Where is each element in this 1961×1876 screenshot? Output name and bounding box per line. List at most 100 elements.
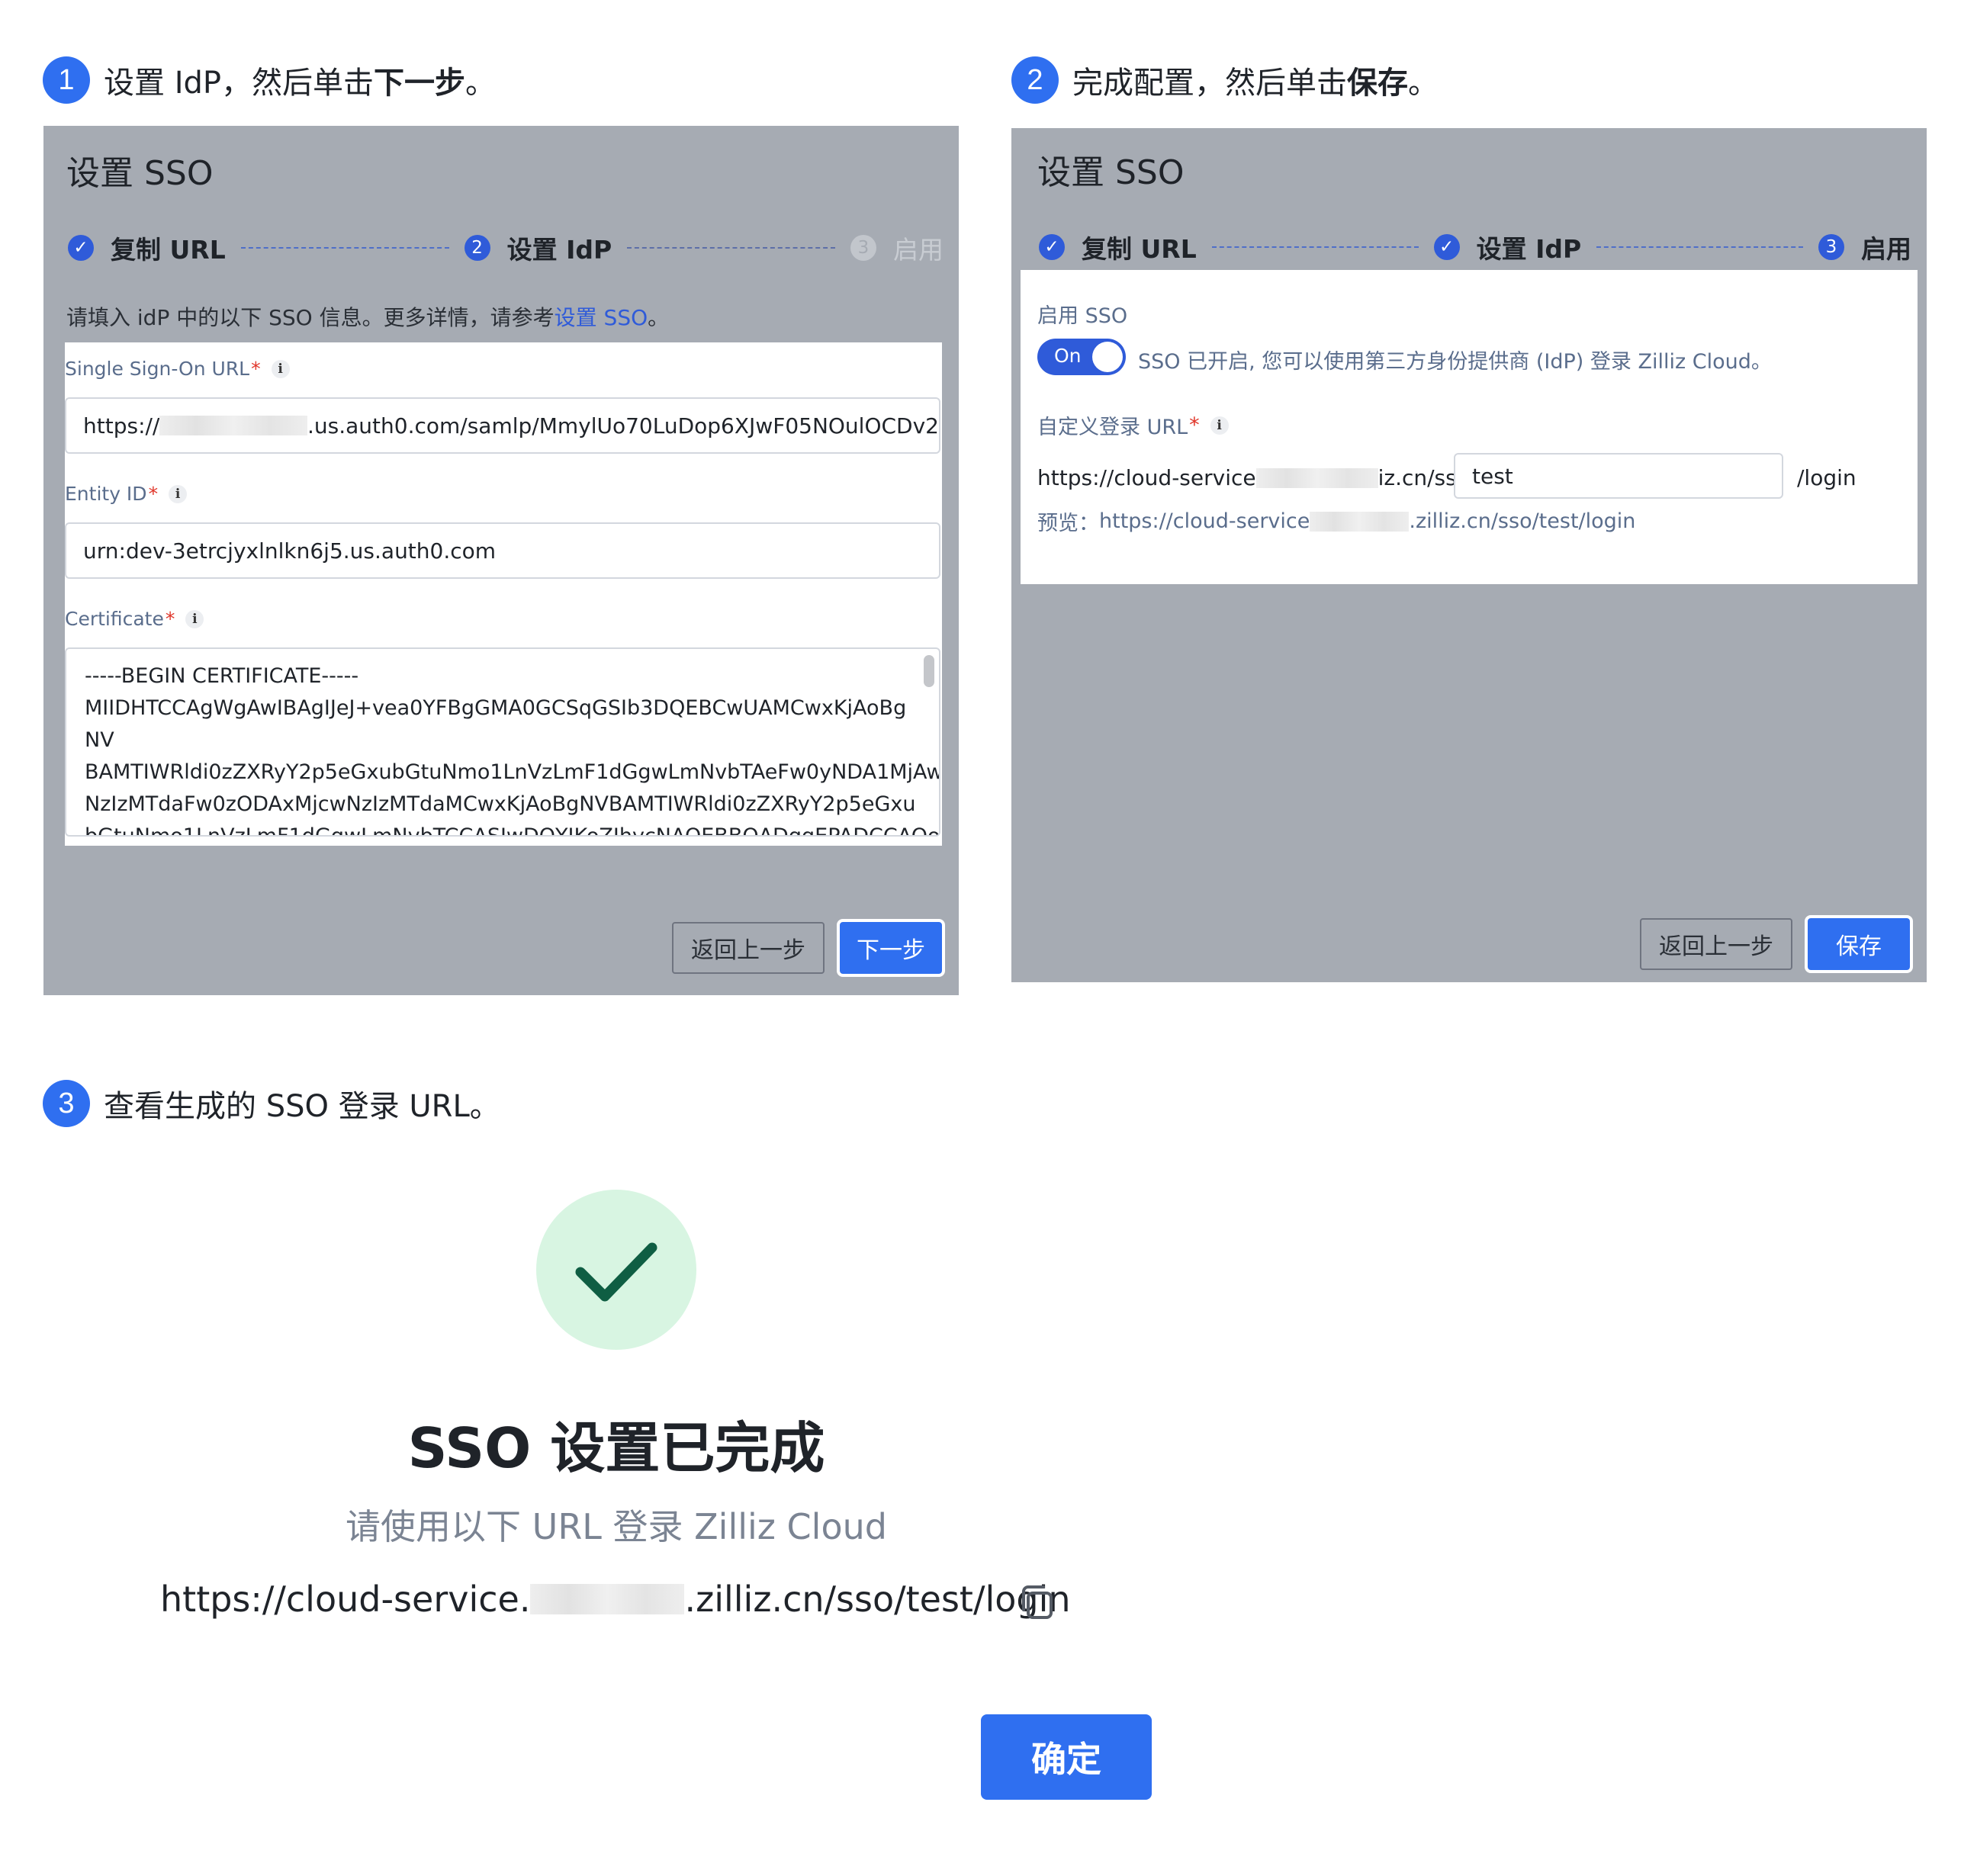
setup-sso-dialog-step-idp: 设置 SSO ✓ 复制 URL 2 设置 IdP 3 启用 请填入 idP 中的… [43, 126, 959, 995]
step-text: 设置 IdP，然后单击 [104, 66, 375, 101]
required-mark: * [251, 358, 261, 380]
setup-sso-link[interactable]: 设置 SSO [555, 305, 648, 330]
step-text-bold: 保存 [1347, 66, 1408, 101]
login-url-suffix: .zilliz.cn/sso/test/login [684, 1579, 1071, 1620]
intro-text-body: 请填入 idP 中的以下 SSO 信息。更多详情，请参考 [66, 305, 555, 330]
idp-form-card: Single Sign-On URL * i https://.us.auth0.c… [65, 342, 942, 846]
step-number-badge: 1 [43, 56, 90, 104]
dialog-title: 设置 SSO [1037, 153, 1185, 192]
entity-id-input[interactable]: urn:dev-3etrcjyxlnlkn6j5.us.auth0.com [65, 522, 940, 579]
next-button[interactable]: 下一步 [837, 919, 945, 977]
sso-url-label: Single Sign-On URL * i [65, 358, 290, 380]
back-button[interactable]: 返回上一步 [672, 922, 825, 974]
info-icon[interactable]: i [169, 484, 188, 503]
dialog-title: 设置 SSO [66, 154, 214, 193]
stepper-number-2: 2 [464, 235, 490, 261]
check-circle-icon: ✓ [1039, 234, 1065, 260]
preview-label: 预览： [1037, 512, 1099, 535]
sso-url-input[interactable]: https:// .us.auth0.com/samlp/MmylUo70LuDo… [65, 397, 940, 454]
stepper-connector [627, 247, 835, 249]
info-icon[interactable]: i [271, 359, 290, 378]
toggle-description: SSO 已开启, 您可以使用第三方身份提供商 (IdP) 登录 Zilliz C… [1138, 350, 1772, 374]
step-1-heading: 1 设置 IdP，然后单击 下一步。 [43, 56, 496, 104]
enable-sso-card: 启用 SSO On SSO 已开启, 您可以使用第三方身份提供商 (IdP) 登… [1021, 270, 1918, 584]
info-icon[interactable]: i [1210, 416, 1229, 435]
required-mark: * [165, 608, 175, 630]
check-circle-icon: ✓ [68, 235, 94, 261]
certificate-line: MIIDHTCCAgWgAwIBAgIJeJ+vea0YFBgGMA0GCSqG… [85, 696, 907, 720]
certificate-line: BAMTIWRldi0zZXRyY2p5eGxubGtuNmo1LnVzLmF1… [85, 760, 940, 784]
step-number-badge: 3 [43, 1080, 90, 1127]
redacted-blur [1310, 511, 1410, 532]
checkmark-icon [575, 1242, 657, 1302]
entity-id-value: urn:dev-3etrcjyxlnlkn6j5.us.auth0.com [83, 538, 497, 564]
url-prefix: https://cloud-service [1037, 465, 1256, 490]
sso-toggle[interactable]: On [1037, 339, 1126, 375]
step-3-heading: 3 查看生成的 SSO 登录 URL。 [43, 1080, 500, 1127]
stepper-label-setup-idp: 设置 IdP [1476, 234, 1582, 264]
preview-prefix: https://cloud-service [1099, 509, 1310, 533]
back-button[interactable]: 返回上一步 [1640, 918, 1792, 970]
certificate-textarea[interactable]: -----BEGIN CERTIFICATE----- MIIDHTCCAgWg… [65, 647, 940, 837]
redacted-blur [1255, 467, 1378, 488]
info-icon[interactable]: i [185, 609, 204, 628]
sso-url-label-text: Single Sign-On URL [65, 358, 250, 380]
certificate-label-text: Certificate [65, 608, 164, 630]
preview-row: 预览： https://cloud-service .zilliz.cn/sso/t… [1037, 506, 1635, 536]
stepper-label-setup-idp: 设置 IdP [506, 235, 612, 265]
confirm-button[interactable]: 确定 [981, 1714, 1152, 1800]
textarea-scrollbar[interactable] [924, 655, 934, 687]
setup-sso-dialog-step-enable: 设置 SSO ✓ 复制 URL ✓ 设置 IdP 3 启用 启用 SSO On … [1011, 128, 1927, 982]
redacted-blur [530, 1584, 685, 1614]
intro-text-end: 。 [648, 305, 670, 330]
step-text-end: 。 [1408, 66, 1439, 101]
stepper-connector [1596, 246, 1803, 248]
required-mark: * [148, 483, 159, 505]
stepper: ✓ 复制 URL 2 设置 IdP 3 启用 [68, 230, 944, 266]
entity-id-label: Entity ID * i [65, 483, 188, 505]
stepper-connector [1211, 246, 1419, 248]
stepper-label-enable: 启用 [1861, 234, 1911, 264]
toggle-knob [1092, 342, 1123, 372]
login-url-prefix: https://cloud-service. [160, 1579, 531, 1620]
certificate-line: -----BEGIN CERTIFICATE----- [85, 664, 359, 688]
certificate-label: Certificate * i [65, 608, 204, 630]
intro-text: 请填入 idP 中的以下 SSO 信息。更多详情，请参考设置 SSO。 [66, 301, 669, 332]
custom-url-label: 自定义登录 URL * i [1037, 410, 1229, 440]
toggle-on-text: On [1054, 345, 1082, 367]
step-2-heading: 2 完成配置，然后单击 保存。 [1011, 56, 1439, 104]
stepper-number-3: 3 [1818, 234, 1844, 260]
step-text: 查看生成的 SSO 登录 URL。 [104, 1089, 500, 1124]
stepper-connector [240, 247, 449, 249]
enable-sso-label: 启用 SSO [1037, 304, 1128, 328]
custom-url-label-text: 自定义登录 URL [1037, 416, 1188, 439]
certificate-line: bGtuNmo1LnVzLmF1dGgwLmNvbTCCASIwDQYJKoZI… [85, 824, 940, 837]
redacted-blur [159, 416, 307, 435]
required-mark: * [1189, 413, 1200, 437]
success-title: SSO 设置已完成 [407, 1416, 825, 1480]
stepper-label-copy-url: 复制 URL [111, 235, 226, 265]
stepper-label-copy-url: 复制 URL [1082, 234, 1197, 264]
custom-path-value: test [1472, 463, 1513, 489]
custom-path-input[interactable]: test [1454, 453, 1783, 499]
certificate-line: NV [85, 728, 114, 752]
sso-url-prefix: https:// [83, 413, 160, 438]
preview-suffix: .zilliz.cn/sso/test/login [1409, 509, 1636, 533]
url-prefix-row: https://cloud-service iz.cn/sso/ [1037, 465, 1477, 490]
certificate-line: NzIzMTdaFw0zODAxMjcwNzIzMTdaMCwxKjAoBgNV… [85, 792, 916, 816]
copy-icon[interactable] [1017, 1582, 1057, 1622]
success-circle [536, 1190, 696, 1350]
stepper-number-3: 3 [850, 235, 876, 261]
save-button[interactable]: 保存 [1805, 915, 1913, 973]
step-text: 完成配置，然后单击 [1072, 66, 1347, 101]
entity-id-label-text: Entity ID [65, 483, 147, 505]
step-number-badge: 2 [1011, 56, 1059, 104]
url-suffix: /login [1797, 465, 1857, 490]
stepper: ✓ 复制 URL ✓ 设置 IdP 3 启用 [1039, 229, 1911, 265]
sso-url-suffix: .us.auth0.com/samlp/MmylUo70LuDop6XJwF05… [307, 413, 939, 438]
success-subtitle: 请使用以下 URL 登录 Zilliz Cloud [346, 1506, 887, 1547]
step-text-bold: 下一步 [374, 66, 466, 101]
login-url: https://cloud-service. .zilliz.cn/sso/tes… [160, 1579, 1071, 1620]
stepper-label-enable: 启用 [893, 235, 944, 265]
step-text-end: 。 [465, 66, 497, 101]
